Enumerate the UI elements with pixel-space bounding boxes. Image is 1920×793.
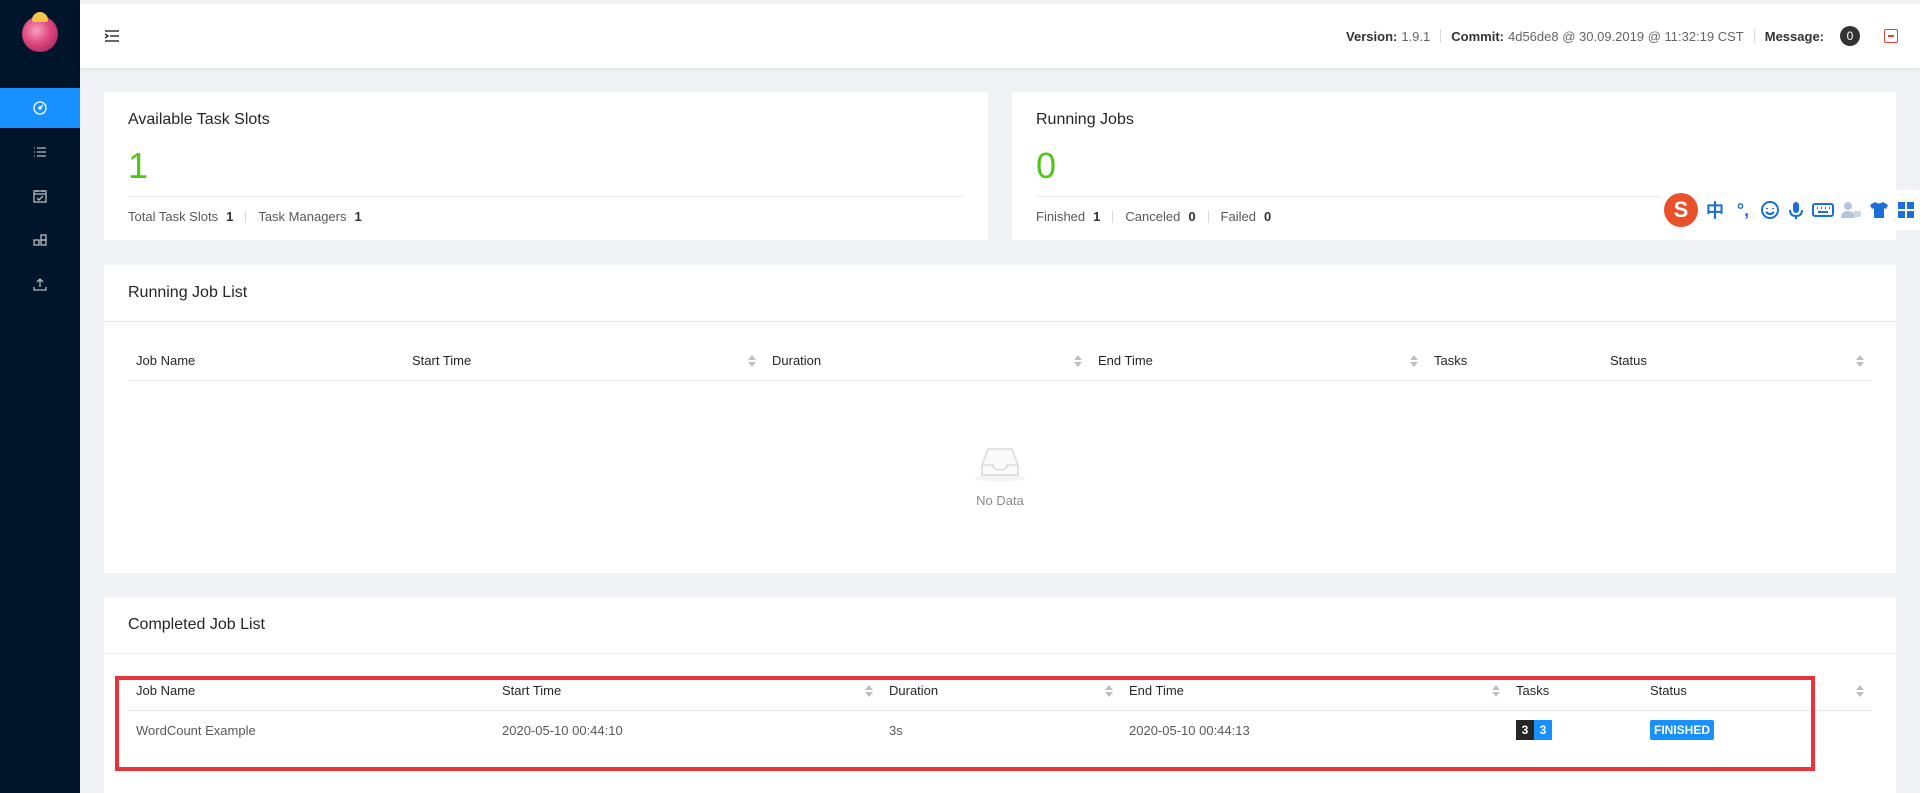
divider <box>245 210 247 223</box>
finished-value: 1 <box>1093 209 1101 224</box>
col-end-time[interactable]: End Time <box>1121 672 1508 711</box>
task-slots-value: 1 <box>128 145 149 186</box>
completed-table-wrap: Job Name Start Time Duration End Time Ta… <box>104 654 1896 750</box>
col-status[interactable]: Status <box>1602 342 1872 381</box>
col-duration[interactable]: Duration <box>764 342 1090 381</box>
col-tasks: Tasks <box>1426 342 1602 381</box>
version-value: 1.9.1 <box>1401 28 1431 44</box>
empty-text: No Data <box>976 493 1024 508</box>
col-job-name: Job Name <box>128 342 404 381</box>
card-divider <box>128 196 964 197</box>
duration-cell: 3s <box>889 722 903 738</box>
version-label: Version: <box>1346 28 1398 44</box>
job-name-cell[interactable]: WordCount Example <box>128 710 494 750</box>
canceled-value: 0 <box>1188 209 1196 224</box>
end-time-cell: 2020-05-10 00:44:13 <box>1129 722 1250 738</box>
nav-submit[interactable] <box>0 264 80 304</box>
ime-toolbar: S 中 °, <box>1660 190 1920 230</box>
tasks-total-tag: 3 <box>1516 720 1534 741</box>
col-duration[interactable]: Duration <box>881 672 1121 711</box>
ime-logo[interactable]: S <box>1664 193 1698 227</box>
completed-job-list-card: Completed Job List Job Name Start Time D… <box>104 597 1896 793</box>
nav-job-manager[interactable] <box>0 220 80 260</box>
divider <box>1440 29 1442 43</box>
nav-task-managers[interactable] <box>0 176 80 216</box>
total-slots-label: Total Task Slots <box>128 209 219 224</box>
dashboard-icon <box>33 101 47 115</box>
skin-shirt-icon[interactable] <box>1868 200 1890 220</box>
sort-icon[interactable] <box>865 684 873 697</box>
failed-label: Failed <box>1220 209 1256 224</box>
divider <box>1112 210 1114 223</box>
message-label: Message: <box>1764 28 1824 44</box>
empty-inbox-icon <box>974 448 1026 482</box>
user-settings-icon[interactable] <box>1840 200 1862 220</box>
upload-icon <box>33 278 47 291</box>
col-status[interactable]: Status <box>1642 672 1872 711</box>
col-tasks: Tasks <box>1508 672 1642 711</box>
emoji-icon[interactable] <box>1760 200 1780 220</box>
running-jobs-value: 0 <box>1036 145 1057 186</box>
sort-icon[interactable] <box>1105 684 1113 697</box>
microphone-icon[interactable] <box>1786 200 1806 220</box>
status-cell: FINISHED <box>1642 710 1872 750</box>
tasks-cell: 33 <box>1508 710 1642 750</box>
sort-icon[interactable] <box>1856 684 1864 697</box>
task-slots-title: Available Task Slots <box>128 111 270 128</box>
task-managers-label: Task Managers <box>258 209 347 224</box>
sort-icon[interactable] <box>1856 354 1864 367</box>
sidebar <box>0 0 80 793</box>
task-slots-footer: Total Task Slots 1 Task Managers 1 <box>104 209 988 224</box>
sort-icon[interactable] <box>748 354 756 367</box>
canceled-label: Canceled <box>1125 209 1181 224</box>
menu-fold-icon[interactable] <box>102 26 122 46</box>
commit-label: Commit: <box>1451 28 1504 44</box>
running-jobs-table: Job Name Start Time Duration End Time Ta… <box>128 342 1872 381</box>
table-header-row: Job Name Start Time Duration End Time Ta… <box>128 672 1872 711</box>
cluster-icon <box>33 234 47 246</box>
task-slots-card: Available Task Slots 1 Total Task Slots … <box>104 92 988 240</box>
start-time-cell: 2020-05-10 00:44:10 <box>502 722 623 738</box>
running-jobs-title: Running Jobs <box>1036 111 1134 128</box>
divider <box>1753 29 1755 43</box>
col-job-name: Job Name <box>128 672 494 711</box>
divider <box>1207 210 1209 223</box>
completed-job-list-title: Completed Job List <box>104 597 1896 654</box>
sort-icon[interactable] <box>1410 354 1418 367</box>
running-job-list-card: Running Job List Job Name Start Time Dur… <box>104 265 1896 573</box>
list-icon <box>34 147 46 157</box>
status-badge: FINISHED <box>1650 720 1715 741</box>
col-start-time[interactable]: Start Time <box>494 672 881 711</box>
total-slots-value: 1 <box>226 209 234 224</box>
calendar-icon <box>33 190 47 203</box>
logout-icon[interactable] <box>1884 29 1898 43</box>
finished-label: Finished <box>1036 209 1086 224</box>
ime-chinese-toggle[interactable]: 中 <box>1704 197 1726 223</box>
running-table-wrap: Job Name Start Time Duration End Time Ta… <box>104 322 1896 571</box>
table-header-row: Job Name Start Time Duration End Time Ta… <box>128 342 1872 381</box>
ime-punctuation-toggle[interactable]: °, <box>1732 200 1754 221</box>
app-grid-icon[interactable] <box>1896 200 1916 220</box>
task-managers-value: 1 <box>354 209 362 224</box>
keyboard-icon[interactable] <box>1812 200 1834 220</box>
version-info: Version: 1.9.1 Commit: 4d56de8 @ 30.09.2… <box>1346 26 1898 46</box>
empty-state: No Data <box>128 381 1872 571</box>
sort-icon[interactable] <box>1074 354 1082 367</box>
failed-value: 0 <box>1263 209 1272 224</box>
col-end-time[interactable]: End Time <box>1090 342 1426 381</box>
message-count-badge[interactable]: 0 <box>1840 26 1860 46</box>
nav-overview[interactable] <box>0 88 80 128</box>
header: Version: 1.9.1 Commit: 4d56de8 @ 30.09.2… <box>80 4 1920 68</box>
nav-jobs[interactable] <box>0 132 80 172</box>
commit-value: 4d56de8 @ 30.09.2019 @ 11:32:19 CST <box>1507 28 1744 44</box>
completed-jobs-table: Job Name Start Time Duration End Time Ta… <box>128 672 1872 750</box>
sort-icon[interactable] <box>1492 684 1500 697</box>
tasks-finished-tag: 3 <box>1534 720 1552 741</box>
running-job-list-title: Running Job List <box>104 265 1896 322</box>
table-row[interactable]: WordCount Example 2020-05-10 00:44:10 3s… <box>128 710 1872 750</box>
flink-logo[interactable] <box>0 0 80 68</box>
col-start-time[interactable]: Start Time <box>404 342 764 381</box>
